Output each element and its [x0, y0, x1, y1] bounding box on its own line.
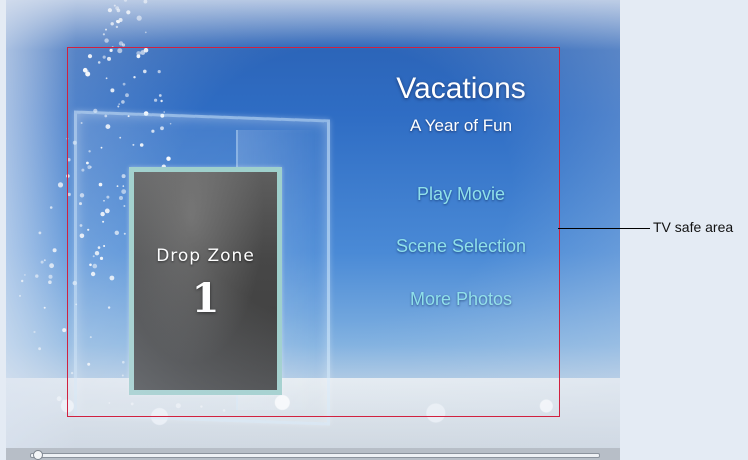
bubble	[24, 274, 26, 276]
bubble	[82, 67, 88, 73]
bubble	[97, 61, 101, 64]
bubble	[35, 274, 39, 278]
bubble	[66, 174, 70, 178]
bubble	[121, 100, 125, 104]
bubble	[136, 15, 142, 21]
bubble	[105, 28, 107, 31]
bubble	[111, 46, 114, 49]
bubble	[66, 137, 69, 140]
bubble	[67, 158, 71, 162]
bubble	[33, 330, 36, 334]
bubble	[70, 371, 74, 375]
bubble	[125, 93, 129, 98]
bubble	[62, 328, 67, 333]
bubble	[40, 260, 44, 264]
bubble	[158, 94, 162, 97]
scrubber-thumb[interactable]	[33, 450, 43, 460]
drop-zone[interactable]: Drop Zone 1	[129, 167, 282, 395]
bubble	[117, 105, 120, 108]
bubble	[136, 54, 141, 59]
bubble	[126, 10, 131, 15]
bubble	[48, 280, 52, 285]
bubble	[110, 88, 115, 93]
bubble	[38, 347, 41, 351]
bubble	[133, 76, 136, 79]
scrubber-track[interactable]	[30, 453, 600, 458]
drop-zone-number: 1	[191, 275, 220, 322]
menu-subtitle: A Year of Fun	[409, 116, 513, 135]
bubble	[116, 20, 119, 23]
bubble	[157, 70, 161, 74]
bubble	[49, 206, 53, 209]
bubble	[48, 274, 53, 279]
bubble	[87, 54, 93, 59]
play-movie-button[interactable]: Play Movie	[336, 184, 586, 205]
bubble	[43, 259, 46, 262]
menu-title: Vacations	[396, 72, 526, 105]
bubble	[102, 33, 105, 36]
bubble	[118, 103, 121, 105]
bubble	[52, 248, 57, 253]
bubble	[107, 8, 112, 13]
bubble	[67, 192, 71, 197]
bubble	[43, 306, 46, 309]
bubble	[62, 399, 66, 403]
bubble	[38, 231, 42, 235]
bubble	[110, 22, 114, 26]
drop-zone-label: Drop Zone	[156, 246, 255, 266]
more-photos-button[interactable]: More Photos	[336, 289, 586, 310]
bubble	[49, 263, 54, 269]
scene-selection-button[interactable]: Scene Selection	[336, 236, 586, 257]
bubble	[57, 182, 64, 188]
bubble	[143, 69, 147, 74]
bubble	[154, 98, 158, 102]
bubble	[116, 8, 121, 13]
bubble	[160, 99, 163, 103]
bubble	[118, 41, 124, 46]
bubble	[163, 111, 165, 113]
tv-safe-area-label: TV safe area	[653, 219, 734, 235]
bubble	[143, 47, 149, 53]
motion-scrubber[interactable]	[6, 448, 620, 460]
bubble	[105, 77, 108, 80]
menu-preview: Drop Zone 1 Vacations A Year of Fun Play…	[6, 0, 620, 460]
bubble	[102, 55, 106, 59]
bubble	[109, 48, 113, 53]
bubble	[19, 294, 21, 297]
bubble	[123, 0, 128, 2]
bubble	[21, 279, 24, 283]
callout-line	[558, 228, 650, 229]
bubble	[122, 82, 126, 86]
bubble	[115, 25, 119, 29]
bubble	[56, 396, 62, 402]
bubble	[113, 4, 116, 7]
bubble	[107, 56, 111, 61]
bubble	[144, 31, 147, 34]
bubble	[143, 0, 148, 4]
bubble	[104, 38, 109, 43]
bubble	[117, 48, 123, 54]
